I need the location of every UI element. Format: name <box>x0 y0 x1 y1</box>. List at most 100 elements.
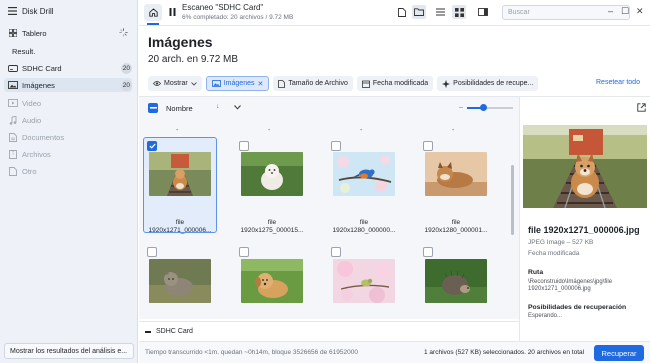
path-value-line2: 1920x1271_000006.jpg <box>528 286 591 292</box>
sidebar-item-label: Documentos <box>22 132 65 142</box>
video-icon <box>4 99 22 107</box>
hedgehog-thumbnail <box>425 259 487 303</box>
show-filter-button[interactable]: Mostrar <box>148 76 202 91</box>
path-label: Ruta <box>528 269 544 276</box>
file-name-line2: 1920x1280_000001... <box>424 227 488 234</box>
file-checkbox[interactable] <box>331 247 341 257</box>
file-tile[interactable]: file 1920x1275_000015... <box>235 137 309 243</box>
drive-marker-icon <box>145 330 151 333</box>
file-icon <box>398 7 406 17</box>
file-tile[interactable] <box>143 243 217 319</box>
app-title: Disk Drill <box>22 6 54 16</box>
sidebar-item-video[interactable]: Video <box>4 96 132 110</box>
slider-knob[interactable] <box>480 104 487 111</box>
file-name-line1: file <box>267 219 277 226</box>
sidebar-item-label: Archivos <box>22 149 51 159</box>
sidebar-item-audio[interactable]: Audio <box>4 113 132 127</box>
sort-direction-icon[interactable]: ↓ <box>216 103 220 110</box>
preview-panel-toggle[interactable] <box>476 5 490 19</box>
sort-options-chevron-icon[interactable] <box>234 103 241 112</box>
preview-file-type: JPEG Image – 527 KB <box>528 239 594 246</box>
separator-mark: - <box>452 127 455 134</box>
file-tile[interactable] <box>327 243 401 319</box>
folder-view-button[interactable] <box>412 5 426 19</box>
sidebar-header: Disk Drill <box>0 0 138 22</box>
menu-icon[interactable] <box>2 7 22 15</box>
file-checkbox[interactable] <box>147 247 157 257</box>
file-checkbox[interactable] <box>423 141 433 151</box>
page-subtitle: 20 arch. en 9.72 MB <box>148 54 239 65</box>
recover-button[interactable]: Recuperar <box>594 345 644 361</box>
preview-filename: file 1920x1271_000006.jpg <box>528 225 640 235</box>
file-icon <box>4 166 22 176</box>
home-button[interactable] <box>144 4 162 25</box>
remove-filter-icon[interactable]: ✕ <box>257 80 263 88</box>
maximize-icon[interactable]: ☐ <box>621 6 629 17</box>
thumbnail-size-slider[interactable] <box>467 104 513 111</box>
cat-thumbnail <box>149 259 211 303</box>
file-name-line2: 1920x1280_000000... <box>332 227 396 234</box>
filter-bar: Mostrar Imágenes ✕ Tamaño de Archivo Fec… <box>148 76 539 91</box>
source-breadcrumb: SDHC Card <box>139 321 519 341</box>
recovery-chances-label: Posibilidades de recuperación <box>528 304 627 311</box>
grid-icon <box>454 7 464 17</box>
count-badge: 20 <box>120 62 132 74</box>
sidebar-item-label: Imágenes <box>22 80 55 90</box>
file-tile[interactable] <box>419 243 493 319</box>
eye-icon <box>153 81 161 86</box>
list-icon <box>435 8 445 16</box>
file-size-filter-button[interactable]: Tamaño de Archivo <box>273 76 353 91</box>
toolbar: Escaneo "SDHC Card" 6% completado: 20 ar… <box>139 0 650 26</box>
calendar-icon <box>362 80 370 88</box>
file-checkbox[interactable] <box>331 141 341 151</box>
sidebar-item-other[interactable]: Otro <box>4 164 132 178</box>
select-all-checkbox[interactable] <box>148 103 158 113</box>
selection-summary: 1 archivos (527 KB) seleccionados. 20 ar… <box>424 349 585 356</box>
file-checkbox[interactable] <box>423 247 433 257</box>
file-checkbox[interactable] <box>239 247 249 257</box>
sidebar-item-label: Video <box>22 98 42 108</box>
sort-by-label[interactable]: Nombre <box>166 104 193 113</box>
sidebar-panel-icon <box>478 8 488 16</box>
check-icon <box>148 143 156 149</box>
sidebar-item-dashboard[interactable]: Tablero <box>4 26 132 40</box>
recovery-chances-filter-button[interactable]: Posibilidades de recupe... <box>437 76 539 91</box>
path-value-line1: \Reconstruido\Imágenes\jpg\file <box>528 279 613 285</box>
sidebar-item-archives[interactable]: Archivos <box>4 147 132 161</box>
file-tile[interactable] <box>235 243 309 319</box>
list-view-button[interactable] <box>433 5 447 19</box>
status-bar: Tiempo transcurrido <1m. quedan ~0h14m, … <box>139 341 650 363</box>
scan-status-text: Tiempo transcurrido <1m. quedan ~0h14m, … <box>145 349 358 356</box>
show-scan-results-button[interactable]: Mostrar los resultados del análisis e... <box>4 343 134 359</box>
grid-view-button[interactable] <box>452 5 466 19</box>
file-name-line1: file <box>451 219 461 226</box>
sidebar-item-documents[interactable]: Documentos <box>4 130 132 144</box>
date-modified-filter-button[interactable]: Fecha modificada <box>356 76 434 91</box>
chevron-down-icon <box>190 81 197 86</box>
sidebar-item-label: Audio <box>22 115 42 125</box>
grid-scrollbar[interactable] <box>511 165 514 235</box>
close-icon[interactable]: ✕ <box>636 6 644 17</box>
sidebar-item-images[interactable]: Imágenes 20 <box>4 78 132 92</box>
zoom-out-icon[interactable]: – <box>459 104 463 111</box>
spinner-icon <box>119 27 128 39</box>
source-label[interactable]: SDHC Card <box>156 328 193 335</box>
file-size-filter-label: Tamaño de Archivo <box>288 80 348 87</box>
file-checkbox[interactable] <box>147 141 157 151</box>
pause-button[interactable] <box>166 6 178 18</box>
file-tile[interactable]: file 1920x1271_000006... <box>143 137 217 243</box>
file-view-button[interactable] <box>395 5 409 19</box>
file-checkbox[interactable] <box>239 141 249 151</box>
minimize-icon[interactable]: – <box>608 6 613 16</box>
file-tile[interactable]: file 1920x1280_000000... <box>327 137 401 243</box>
pause-icon <box>169 8 175 16</box>
sidebar-item-sdhc-card[interactable]: SDHC Card 20 <box>4 61 132 75</box>
open-external-icon[interactable] <box>637 103 646 114</box>
reset-all-link[interactable]: Resetear todo <box>596 79 640 86</box>
home-icon <box>148 8 158 17</box>
preview-panel: file 1920x1271_000006.jpg JPEG Image – 5… <box>519 97 650 341</box>
file-tile[interactable]: file 1920x1280_000001... <box>419 137 493 243</box>
separator-mark: - <box>176 127 179 134</box>
minus-icon <box>149 107 157 109</box>
images-filter-chip[interactable]: Imágenes ✕ <box>205 76 270 91</box>
